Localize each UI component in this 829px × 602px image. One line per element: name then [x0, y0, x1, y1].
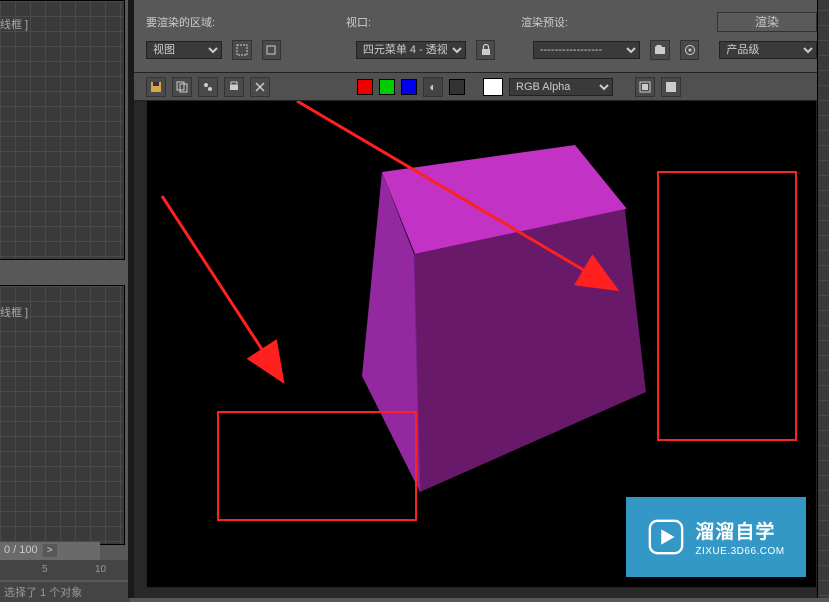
- display-a-icon[interactable]: [635, 77, 655, 97]
- grid-lines: [0, 286, 124, 544]
- annotation-box-right: [657, 171, 797, 441]
- region-crop-icon[interactable]: [262, 40, 282, 60]
- channel-blue-swatch[interactable]: [401, 79, 417, 95]
- render-output[interactable]: 溜溜自学 ZIXUE.3D66.COM: [146, 100, 817, 588]
- region-select-icon[interactable]: [232, 40, 252, 60]
- viewport-top[interactable]: 线框 ]: [0, 0, 125, 260]
- quality-dropdown[interactable]: 产品级: [719, 41, 817, 59]
- lock-icon[interactable]: [476, 40, 496, 60]
- close-icon[interactable]: [250, 77, 270, 97]
- preset-dropdown[interactable]: -----------------: [533, 41, 640, 59]
- channel-red-swatch[interactable]: [357, 79, 373, 95]
- time-display: 0 / 100 >: [0, 542, 100, 560]
- annotation-box-bottom: [217, 411, 417, 521]
- viewport-bottom[interactable]: 线框 ]: [0, 285, 125, 545]
- framebuffer-toolbar: ◐ RGB Alpha: [134, 73, 829, 101]
- print-icon[interactable]: [224, 77, 244, 97]
- watermark-title: 溜溜自学: [695, 517, 784, 544]
- right-edge-panel: [817, 0, 829, 598]
- preset-load-icon[interactable]: [650, 40, 670, 60]
- viewport-bottom-label: 线框 ]: [0, 304, 28, 320]
- ruler-mark: 10: [95, 564, 106, 575]
- status-bar: 选择了 1 个对象: [0, 582, 130, 602]
- left-viewport-panel: 线框 ] 线框 ]: [0, 0, 130, 598]
- time-value: 0 / 100: [4, 544, 38, 556]
- bg-swatch[interactable]: [483, 78, 503, 96]
- ruler-mark: 5: [42, 564, 48, 575]
- channel-dropdown[interactable]: RGB Alpha: [509, 78, 613, 96]
- channel-green-swatch[interactable]: [379, 79, 395, 95]
- time-next-icon[interactable]: >: [43, 544, 57, 557]
- mono-icon[interactable]: ◐: [423, 77, 443, 97]
- render-window: 要渲染的区域: 视口: 渲染预设: 渲染 视图 四元菜单 4 - 透视: [134, 0, 829, 598]
- copy-icon[interactable]: [172, 77, 192, 97]
- timeline-ruler[interactable]: 5 10: [0, 560, 130, 580]
- watermark: 溜溜自学 ZIXUE.3D66.COM: [626, 497, 806, 577]
- viewport-dropdown[interactable]: 四元菜单 4 - 透视: [356, 41, 466, 59]
- render-toolbar: 要渲染的区域: 视口: 渲染预设: 渲染 视图 四元菜单 4 - 透视: [134, 0, 829, 73]
- watermark-subtitle: ZIXUE.3D66.COM: [695, 546, 784, 557]
- region-dropdown[interactable]: 视图: [146, 41, 222, 59]
- alpha-swatch[interactable]: [449, 79, 465, 95]
- viewport-label: 视口:: [346, 14, 466, 30]
- display-b-icon[interactable]: [661, 77, 681, 97]
- region-label: 要渲染的区域:: [146, 14, 296, 30]
- render-button[interactable]: 渲染: [717, 12, 817, 32]
- preset-gear-icon[interactable]: [680, 40, 700, 60]
- watermark-play-icon: [647, 518, 685, 556]
- viewport-top-label: 线框 ]: [0, 16, 28, 32]
- grid-lines: [0, 1, 124, 259]
- save-icon[interactable]: [146, 77, 166, 97]
- clone-icon[interactable]: [198, 77, 218, 97]
- preset-label: 渲染预设:: [521, 14, 641, 30]
